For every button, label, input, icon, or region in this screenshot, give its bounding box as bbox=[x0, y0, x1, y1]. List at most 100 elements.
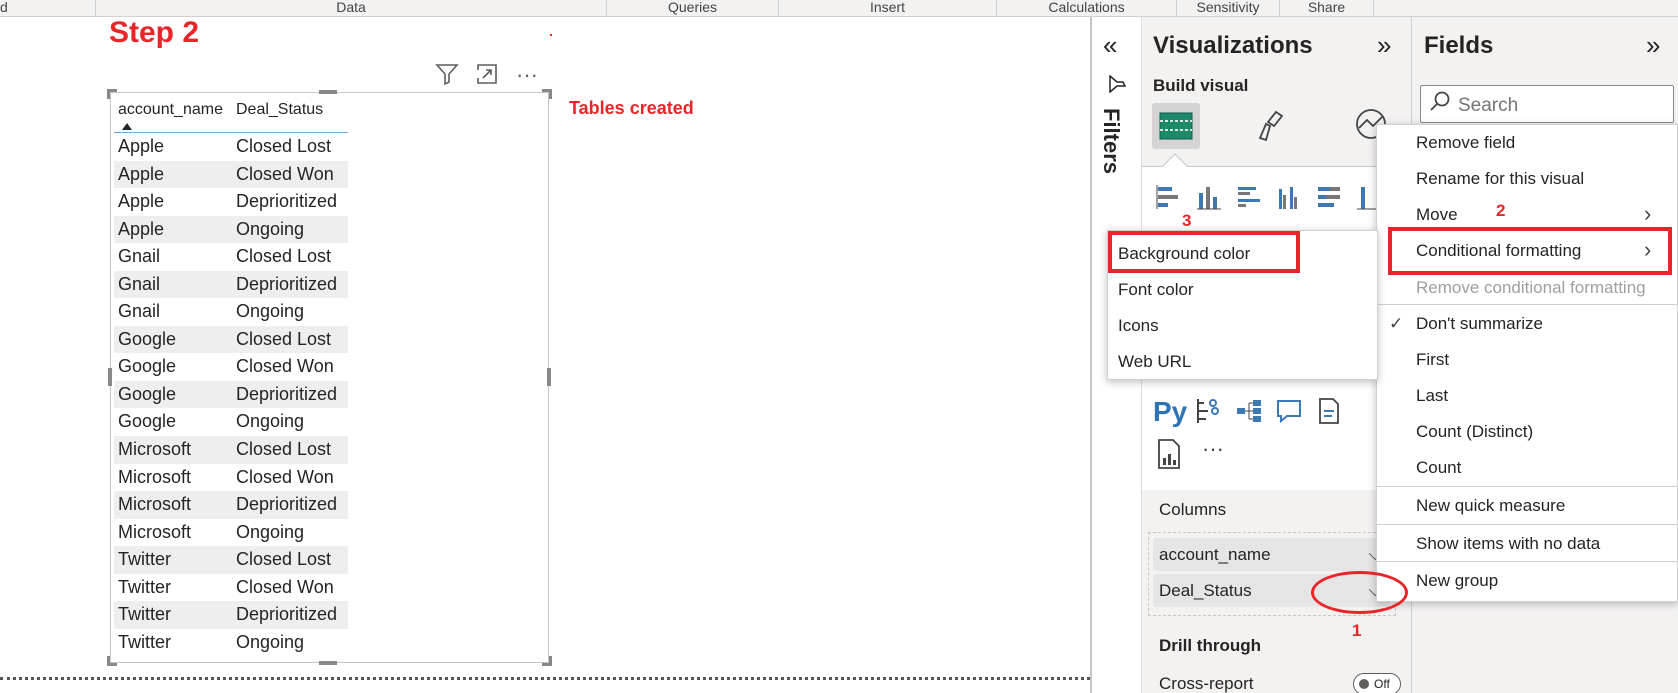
resize-handle-right[interactable] bbox=[547, 368, 551, 386]
table-row[interactable]: Gnail Ongoing bbox=[114, 298, 348, 326]
stray-mark bbox=[550, 34, 552, 36]
menu-separator bbox=[1377, 304, 1677, 305]
python-visual-icon[interactable]: Py bbox=[1153, 396, 1187, 428]
annotation-ellipse-dropdown bbox=[1311, 571, 1408, 614]
cell-account-name: Apple bbox=[118, 136, 165, 156]
build-visual-tab[interactable] bbox=[1152, 103, 1200, 149]
table-row[interactable]: Gnail Deprioritized bbox=[114, 270, 348, 299]
key-influencers-icon[interactable] bbox=[1193, 397, 1225, 429]
paginated-report-icon[interactable] bbox=[1153, 438, 1185, 470]
ribbon-group-sensitivity[interactable]: Sensitivity bbox=[1176, 0, 1279, 17]
annotation-number-1: 1 bbox=[1352, 621, 1362, 640]
ribbon-group-queries[interactable]: Queries bbox=[606, 0, 778, 17]
cell-deal-status: Closed Won bbox=[236, 466, 334, 487]
table-row[interactable]: Apple Deprioritized bbox=[114, 188, 348, 216]
menu-item-dont-summarize[interactable]: Don't summarize bbox=[1416, 314, 1543, 334]
filters-collapse-icon[interactable]: « bbox=[1103, 30, 1117, 61]
menu-separator bbox=[1377, 486, 1677, 487]
menu-item-new-group[interactable]: New group bbox=[1416, 571, 1498, 591]
decomposition-tree-icon[interactable] bbox=[1233, 397, 1265, 429]
resize-handle-left[interactable] bbox=[108, 368, 112, 386]
resize-handle-bottom[interactable] bbox=[319, 661, 337, 665]
checkmark-icon: ✓ bbox=[1389, 314, 1404, 333]
more-options-icon[interactable]: ··· bbox=[514, 62, 540, 88]
cell-account-name: Gnail bbox=[118, 273, 161, 294]
table-row[interactable]: Twitter Deprioritized bbox=[114, 601, 348, 629]
column-header-account-name[interactable]: account_name bbox=[118, 101, 223, 119]
clustered-bar-chart-icon[interactable] bbox=[1233, 183, 1265, 215]
column-header-deal-status[interactable]: Deal_Status bbox=[236, 101, 323, 119]
submenu-item-web-url[interactable]: Web URL bbox=[1118, 352, 1191, 372]
table-row[interactable]: Twitter Ongoing bbox=[114, 629, 348, 657]
submenu-item-font-color[interactable]: Font color bbox=[1118, 280, 1194, 300]
table-row[interactable]: Microsoft Ongoing bbox=[114, 519, 348, 547]
cell-account-name: Google bbox=[118, 356, 177, 377]
menu-item-rename[interactable]: Rename for this visual bbox=[1416, 169, 1584, 189]
table-row[interactable]: Microsoft Deprioritized bbox=[114, 491, 348, 519]
ribbon-group-data[interactable]: Data bbox=[95, 0, 606, 17]
field-pill-label: account_name bbox=[1159, 545, 1271, 564]
filter-icon[interactable] bbox=[434, 62, 460, 88]
cell-account-name: Apple bbox=[118, 191, 165, 212]
resize-handle-tr[interactable] bbox=[542, 89, 552, 99]
ribbon: d Data Queries Insert Calculations Sensi… bbox=[0, 0, 1678, 17]
menu-item-new-quick-measure[interactable]: New quick measure bbox=[1416, 496, 1565, 516]
table-row[interactable]: Twitter Closed Won bbox=[114, 574, 348, 602]
chevron-right-icon: › bbox=[1644, 201, 1652, 226]
menu-item-last[interactable]: Last bbox=[1416, 386, 1448, 406]
cell-account-name: Twitter bbox=[118, 576, 172, 597]
qa-visual-icon[interactable] bbox=[1273, 397, 1305, 429]
menu-item-count[interactable]: Count bbox=[1416, 458, 1461, 478]
clustered-column-chart-icon[interactable] bbox=[1273, 183, 1305, 215]
ribbon-group-calculations[interactable]: Calculations bbox=[996, 0, 1176, 17]
resize-handle-bl[interactable] bbox=[107, 656, 117, 666]
table-row[interactable]: Google Closed Won bbox=[114, 353, 348, 381]
toggle-state: Off bbox=[1374, 677, 1390, 691]
table-row[interactable]: Google Deprioritized bbox=[114, 380, 348, 409]
table-row[interactable]: Google Closed Lost bbox=[114, 325, 348, 354]
menu-item-move[interactable]: Move bbox=[1416, 205, 1458, 225]
table-row[interactable]: Gnail Closed Lost bbox=[114, 243, 348, 271]
ribbon-group-left[interactable]: d bbox=[0, 0, 95, 17]
table-row[interactable]: Microsoft Closed Won bbox=[114, 464, 348, 492]
cross-report-toggle[interactable]: Off bbox=[1353, 673, 1401, 693]
field-pill-account-name[interactable]: account_name ⌵ bbox=[1153, 538, 1390, 571]
table-row[interactable]: Google Ongoing bbox=[114, 408, 348, 436]
filter-funnel-icon bbox=[1108, 74, 1127, 98]
ribbon-group-share[interactable]: Share bbox=[1279, 0, 1374, 17]
focus-mode-icon[interactable] bbox=[474, 62, 500, 88]
table-row[interactable]: Apple Closed Won bbox=[114, 160, 348, 189]
visualizations-expand-icon[interactable]: » bbox=[1377, 30, 1391, 61]
search-input[interactable] bbox=[1458, 94, 1658, 118]
stacked-column-chart-icon[interactable] bbox=[1193, 183, 1225, 215]
cell-deal-status: Ongoing bbox=[236, 218, 305, 239]
cell-account-name: Google bbox=[118, 328, 177, 349]
stacked-bar-chart-icon[interactable] bbox=[1153, 183, 1185, 215]
menu-item-remove-field[interactable]: Remove field bbox=[1416, 133, 1515, 153]
drill-through-label: Drill through bbox=[1159, 636, 1261, 655]
filters-label[interactable]: Filters bbox=[1098, 108, 1124, 174]
step-title: Step 2 bbox=[109, 16, 200, 49]
table-row[interactable]: Microsoft Closed Lost bbox=[114, 436, 348, 464]
resize-handle-br[interactable] bbox=[542, 656, 552, 666]
annotation-box-background-color bbox=[1108, 231, 1300, 273]
table-row[interactable]: Apple Closed Lost bbox=[114, 133, 348, 161]
page-boundary bbox=[0, 677, 1090, 680]
100-stacked-bar-chart-icon[interactable] bbox=[1313, 183, 1345, 215]
menu-item-first[interactable]: First bbox=[1416, 350, 1449, 370]
table-row[interactable]: Twitter Closed Lost bbox=[114, 546, 348, 574]
menu-item-count-distinct[interactable]: Count (Distinct) bbox=[1416, 422, 1533, 442]
submenu-item-icons[interactable]: Icons bbox=[1118, 316, 1159, 336]
columns-well-label: Columns bbox=[1159, 500, 1227, 519]
table-visual[interactable]: account_name Deal_Status Apple Closed Los… bbox=[107, 89, 552, 666]
cell-account-name: Twitter bbox=[118, 631, 172, 652]
cell-deal-status: Closed Lost bbox=[236, 439, 332, 460]
more-visuals-icon[interactable]: ··· bbox=[1197, 433, 1229, 465]
ribbon-group-insert[interactable]: Insert bbox=[778, 0, 996, 17]
table-row[interactable]: Apple Ongoing bbox=[114, 215, 348, 244]
smart-narrative-icon[interactable] bbox=[1313, 397, 1345, 429]
fields-expand-icon[interactable]: » bbox=[1646, 30, 1660, 61]
menu-item-show-items-no-data[interactable]: Show items with no data bbox=[1416, 534, 1600, 554]
format-visual-icon[interactable] bbox=[1254, 108, 1290, 152]
resize-handle-top[interactable] bbox=[319, 90, 337, 94]
